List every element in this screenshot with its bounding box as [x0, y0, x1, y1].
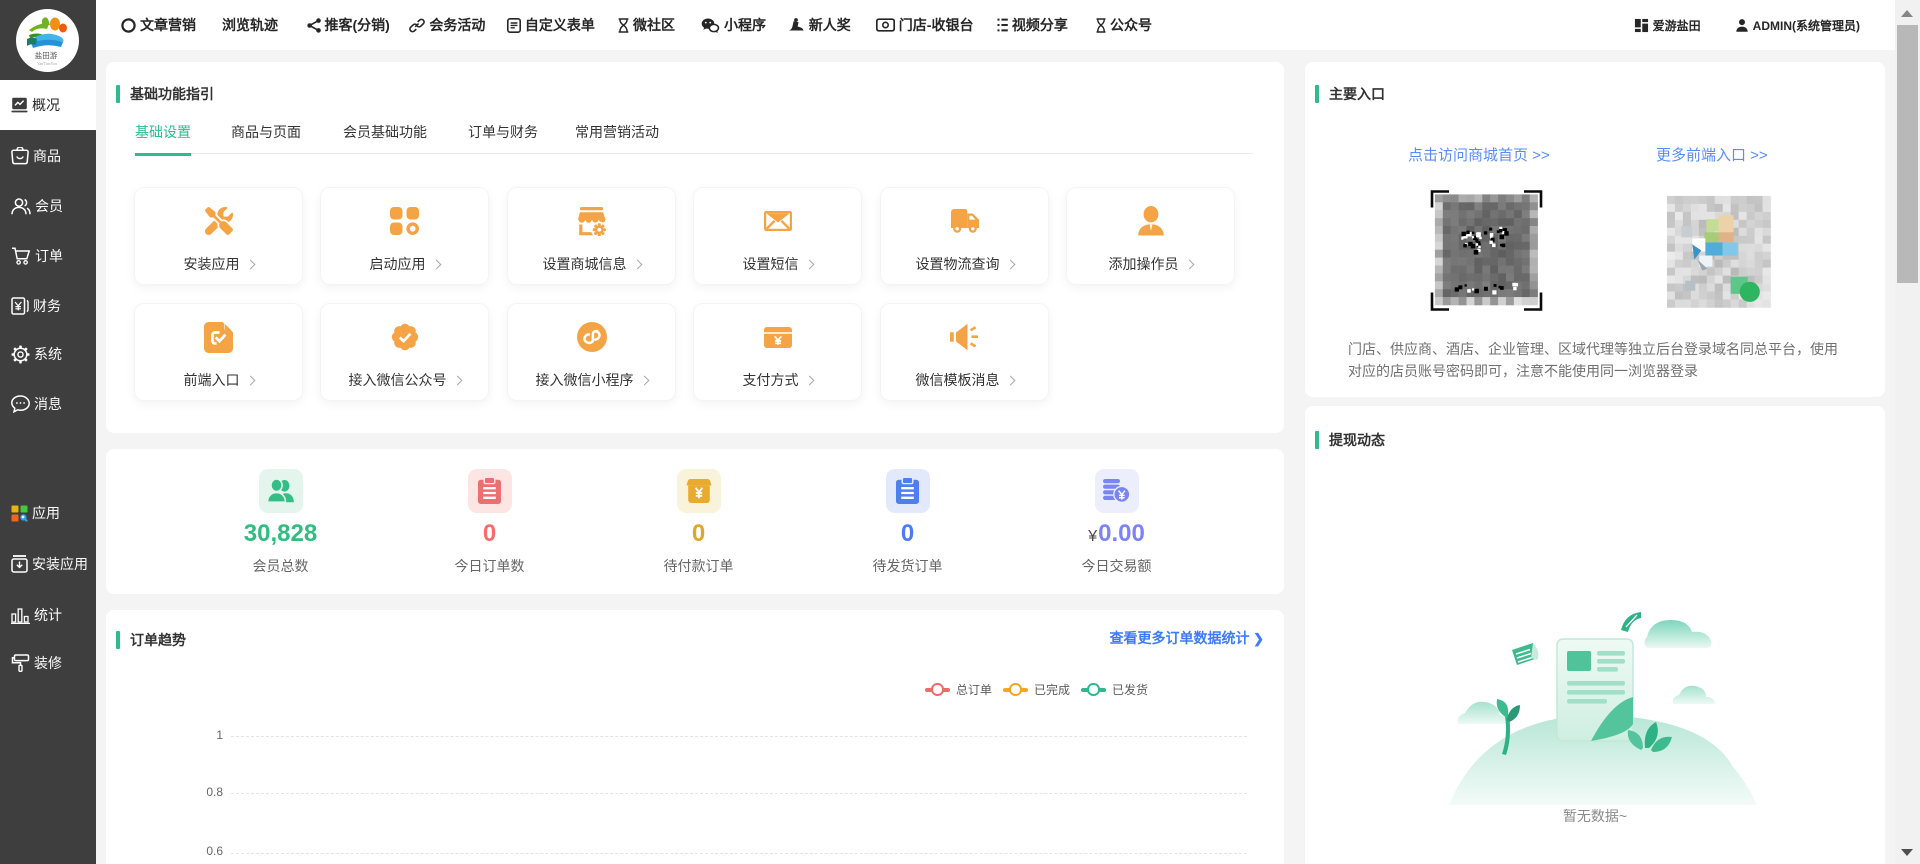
svg-text:YanTianYou: YanTianYou [37, 61, 57, 66]
svg-text:盐田游: 盐田游 [35, 50, 58, 60]
